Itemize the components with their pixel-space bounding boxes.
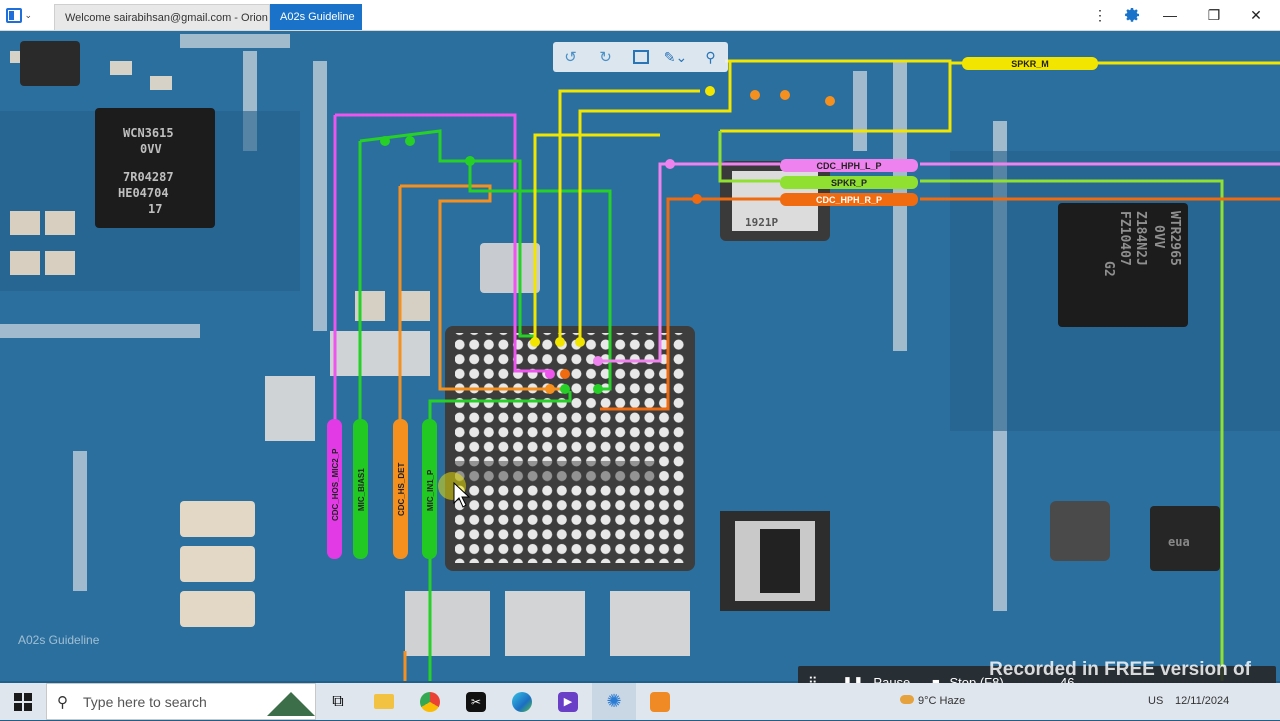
mountain-icon <box>267 692 315 716</box>
task-view-icon: ⧉ <box>332 692 344 710</box>
label-spkr-p: SPKR_P <box>831 178 867 188</box>
minimize-button[interactable]: — <box>1150 0 1190 30</box>
chrome-button[interactable] <box>408 683 452 720</box>
clock-date[interactable]: 12/11/2024 <box>1175 683 1229 720</box>
media-app-button[interactable]: ▶ <box>546 683 590 720</box>
tab-welcome[interactable]: Welcome sairabihsan@gmail.com - Orion <box>54 4 270 30</box>
rotate-right-icon: ↻ <box>599 49 612 66</box>
orion-button[interactable]: ✺ <box>592 683 636 720</box>
recorder-app-button[interactable] <box>638 683 682 720</box>
label-cdc-hs-det: CDC_HS_DET <box>397 463 406 516</box>
small-chip-label: 1921P <box>745 216 778 229</box>
wcn-chip-line3: 7R04287 <box>123 170 174 184</box>
capcut-button[interactable]: ✂ <box>454 683 498 720</box>
rotate-right-button[interactable]: ↻ <box>595 46 617 68</box>
search-icon: ⚲ <box>57 694 68 711</box>
gear-icon <box>1125 7 1140 22</box>
fit-screen-button[interactable] <box>630 46 652 68</box>
label-mic-bias1: MIC_BIAS1 <box>357 468 366 511</box>
windows-icon <box>14 692 32 711</box>
weather-text: 9°C Haze <box>918 695 966 707</box>
chrome-icon <box>420 691 440 712</box>
media-app-icon: ▶ <box>558 691 578 712</box>
wcn-chip-line2: 0VV <box>140 142 162 156</box>
label-spkr-m: SPKR_M <box>1011 59 1049 69</box>
search-placeholder: Type here to search <box>83 694 207 710</box>
maximize-icon: ❐ <box>1207 6 1221 23</box>
schematic-viewer[interactable]: WCN3615 0VV 7R04287 HE04704 17 WTR2965 0… <box>0 31 1280 681</box>
task-view-button[interactable]: ⧉ <box>316 683 360 720</box>
zoom-button[interactable]: ⚲ <box>700 46 722 68</box>
weather-widget[interactable]: 9°C Haze <box>900 683 965 720</box>
settings-button[interactable] <box>1112 0 1152 30</box>
zoom-icon: ⚲ <box>705 48 716 65</box>
close-icon: ✕ <box>1250 6 1262 23</box>
wcn-chip-line4: HE04704 <box>118 186 169 200</box>
fit-screen-icon <box>632 50 649 64</box>
highlight-tool-button[interactable]: ✎⌄ <box>663 46 688 68</box>
file-explorer-button[interactable] <box>362 683 406 720</box>
language-indicator[interactable]: US <box>1148 683 1163 720</box>
capcut-icon: ✂ <box>466 691 486 712</box>
edge-button[interactable] <box>500 683 544 720</box>
pcb-image: WCN3615 0VV 7R04287 HE04704 17 WTR2965 0… <box>0 31 1280 681</box>
orion-icon: ✺ <box>606 691 622 711</box>
viewer-toolbar: ↺ ↻ ✎⌄ ⚲ <box>553 42 728 72</box>
title-bar: ⌄ Welcome sairabihsan@gmail.com - Orion … <box>0 0 1280 31</box>
viewer-watermark: A02s Guideline <box>18 633 100 647</box>
edge-icon <box>512 691 532 712</box>
recorder-icon <box>650 691 670 712</box>
label-cdc-hs-mic2-p: CDC_HOS_MIC2_P <box>331 448 340 521</box>
maximize-button[interactable]: ❐ <box>1194 0 1234 30</box>
close-button[interactable]: ✕ <box>1236 0 1276 30</box>
taskbar: ⚲ Type here to search ⧉ ✂ ▶ ✺ 9°C Haze U… <box>0 683 1280 720</box>
wcn-chip-line1: WCN3615 <box>123 126 174 140</box>
highlight-tool-icon: ✎⌄ <box>663 48 688 65</box>
tab-a02s-guideline[interactable]: A02s Guideline <box>270 4 362 30</box>
small-ic-label: eua <box>1168 535 1190 549</box>
rotate-left-button[interactable]: ↺ <box>560 46 582 68</box>
file-explorer-icon <box>374 694 394 709</box>
more-icon: ⋮ <box>1093 6 1107 23</box>
wcn-chip-line5: 17 <box>148 202 162 216</box>
wtr-chip-line1: WTR2965 <box>1167 211 1182 266</box>
start-button[interactable] <box>0 683 46 720</box>
app-logo-icon <box>6 7 23 23</box>
label-mic-in1-p: MIC_IN1_P <box>426 469 435 511</box>
wtr-chip-line5: G2 <box>1101 261 1116 277</box>
app-menu-button[interactable]: ⌄ <box>6 5 32 25</box>
minimize-icon: — <box>1163 7 1177 23</box>
wtr-chip-line3: Z184N2J <box>1133 211 1148 266</box>
label-cdc-hph-r-p: CDC_HPH_R_P <box>816 195 882 205</box>
weather-icon <box>900 695 914 704</box>
chevron-down-icon: ⌄ <box>24 9 32 20</box>
wtr-chip-line4: FZ10407 <box>1117 211 1132 266</box>
label-cdc-hph-l-p: CDC_HPH_L_P <box>816 161 881 171</box>
rotate-left-icon: ↺ <box>564 49 577 66</box>
taskbar-search[interactable]: ⚲ Type here to search <box>46 683 316 720</box>
wtr-chip-line2: 0VV <box>1151 225 1166 249</box>
